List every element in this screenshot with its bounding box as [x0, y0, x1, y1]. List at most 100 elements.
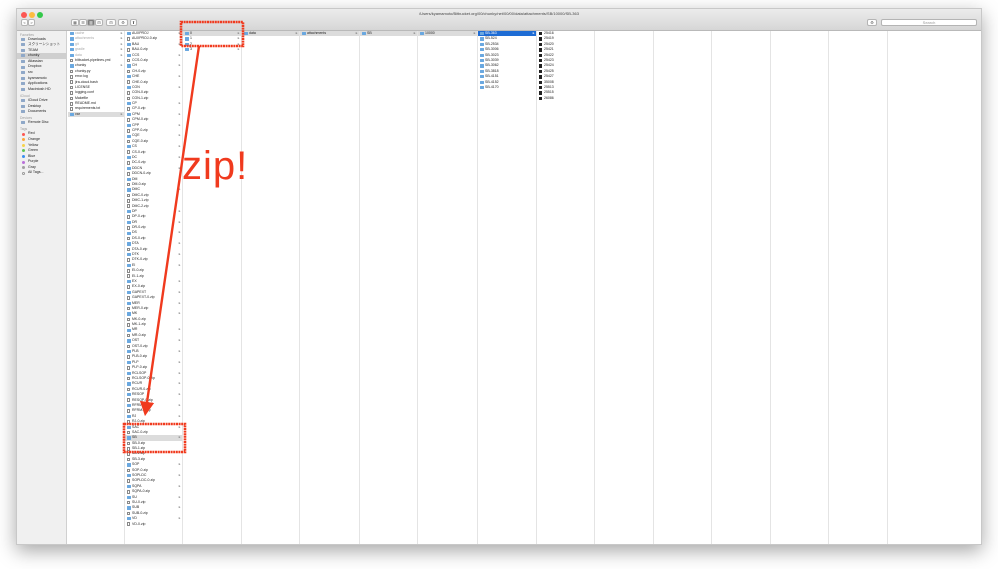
list-item-label: CPP-0.zip [132, 128, 148, 133]
folder-icon [126, 188, 131, 192]
sidebar-item-label: Desktop [28, 103, 42, 108]
action-gear-button[interactable]: ⚙ [118, 19, 128, 26]
zip-file-icon [127, 522, 130, 527]
list-item-label: DR-0.zip [132, 225, 146, 230]
list-item-label: DMC-2.zip [132, 203, 149, 208]
document-icon [70, 96, 73, 101]
search-field[interactable]: Search [881, 19, 977, 26]
column-view-button[interactable]: ▥ [87, 19, 95, 26]
list-item[interactable]: SB-4170 [478, 85, 536, 90]
list-item-label: AUXPROJ-0.zip [132, 36, 158, 41]
chevron-right-icon: ▸ [355, 31, 358, 35]
list-item-label: SB-3062 [485, 63, 499, 68]
folder-icon [126, 86, 131, 90]
list-item[interactable]: attachments ▸ [300, 31, 359, 37]
list-item-label: DMC [132, 187, 140, 192]
list-item[interactable]: 3 ▸ [183, 47, 241, 52]
tag-dot-icon [21, 160, 25, 164]
zip-file-icon [127, 500, 130, 505]
sidebar-item[interactable]: Macintosh HD [17, 87, 66, 93]
folder-icon [126, 209, 131, 214]
list-item-label: 10000 [425, 31, 435, 35]
sidebar-item-label: Macintosh HD [28, 86, 51, 91]
zip-file-icon [127, 457, 130, 462]
list-item[interactable]: SB ▸ [360, 31, 417, 37]
list-item[interactable]: var ▸ [68, 111, 124, 118]
list-item-label: data [75, 52, 82, 57]
list-item[interactable]: 10000 ▸ [418, 31, 477, 37]
black-file-icon [538, 42, 542, 47]
sidebar-item[interactable]: Remote Disc [17, 120, 66, 126]
folder-icon [126, 42, 131, 47]
list-item-label: SQPA-0.zip [132, 489, 151, 494]
zip-file-icon [127, 468, 130, 473]
share-button[interactable]: ⬆ [130, 19, 137, 26]
list-item-label: MK [132, 311, 138, 316]
arrange-button[interactable]: ⊟ [106, 19, 116, 26]
list-item-label: requirements.txt [75, 106, 101, 111]
sidebar-item[interactable]: All Tags... [17, 170, 66, 176]
list-item-label: CS-0.zip [132, 149, 146, 154]
zip-file-icon [127, 150, 130, 155]
zip-file-icon [127, 161, 130, 165]
list-item-label: EX [132, 278, 137, 283]
list-item-label: 25425 [544, 68, 554, 73]
list-item-label: DTA [132, 241, 139, 246]
sidebar-item[interactable]: Documents [17, 109, 66, 115]
folder-icon [126, 382, 131, 386]
tag-dot-icon [21, 166, 25, 170]
sidebar-item-label: Dropbox [28, 64, 42, 69]
zip-file-icon [127, 118, 130, 122]
zip-file-icon [127, 236, 130, 241]
zip-file-icon [127, 48, 130, 52]
list-item-label: bitbucket-pipelines.yml [75, 57, 111, 62]
sidebar-item-label: All Tags... [28, 170, 44, 175]
zip-file-icon [127, 96, 130, 101]
list-item-label: 25420 [544, 41, 554, 46]
list-item-label: CS [132, 144, 137, 149]
list-item-label: OST [132, 338, 140, 343]
black-file-icon [538, 48, 542, 52]
list-item-label: chunky [75, 63, 87, 68]
folder-icon [479, 53, 484, 57]
list-item[interactable]: VD-0.zip [125, 522, 182, 527]
black-file-icon [538, 53, 542, 57]
icon-view-button[interactable]: ▦ [71, 19, 79, 26]
list-item-label: CHE-0.zip [132, 79, 148, 84]
list-item-label: DP-0.zip [132, 214, 146, 219]
list-item-label: PLP-0.zip [132, 365, 148, 370]
list-item[interactable]: 26086 [537, 96, 594, 101]
list-item-label: SOPLDC-0.zip [132, 478, 155, 483]
zip-file-icon [127, 344, 130, 349]
zip-file-icon [127, 37, 130, 41]
list-item-label: SB-3039 [485, 57, 499, 62]
folder-icon [126, 393, 131, 397]
list-item-label: CP [132, 101, 137, 106]
list-item-label: 0 [190, 31, 192, 35]
list-item-label: 1 [190, 36, 192, 41]
forward-button[interactable]: > [28, 19, 35, 26]
list-item-label: EI [132, 262, 136, 267]
list-item-label: 25513 [544, 84, 554, 89]
folder-icon [126, 156, 131, 160]
column-empty-4 [771, 31, 829, 544]
black-file-icon [538, 32, 542, 36]
folder-icon [419, 32, 424, 36]
list-item[interactable]: data ▸ [242, 31, 299, 37]
list-item-label: git [75, 41, 79, 46]
list-view-button[interactable]: ☰ [79, 19, 87, 26]
sidebar-item-label: src [28, 70, 33, 75]
folder-icon [126, 145, 131, 149]
folder-icon [126, 414, 131, 419]
list-item-label: SUB [132, 505, 140, 510]
folder-icon [21, 110, 25, 114]
zip-file-icon [127, 452, 130, 456]
folder-icon [126, 253, 131, 257]
list-item-label: DTK-0.zip [132, 257, 148, 262]
folder-icon [69, 64, 74, 68]
folder-icon [479, 37, 484, 41]
gallery-view-button[interactable]: ⊟ [95, 19, 103, 26]
back-button[interactable]: < [21, 19, 28, 26]
folder-icon [479, 80, 484, 84]
tags-button[interactable]: ⚙ [867, 19, 877, 26]
